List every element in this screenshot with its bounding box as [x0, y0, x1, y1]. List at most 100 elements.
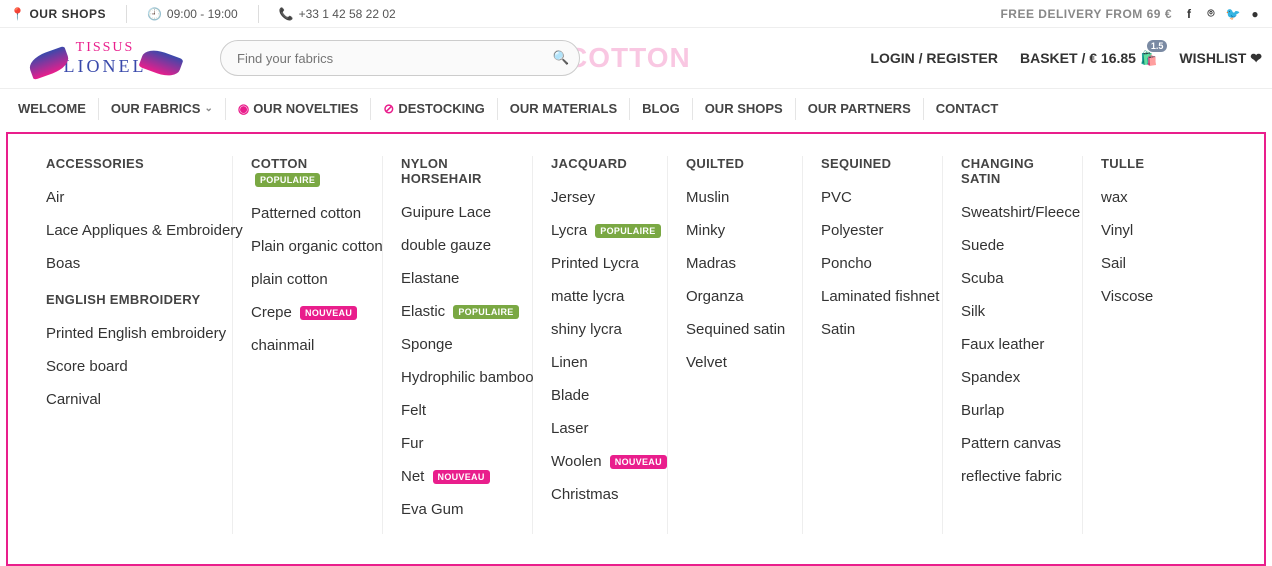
phone-icon: 📞	[279, 7, 294, 21]
list-item[interactable]: shiny lycra	[551, 321, 649, 338]
list-item[interactable]: Laser	[551, 420, 649, 437]
wishlist-link[interactable]: WISHLIST ❤	[1179, 50, 1262, 67]
divider	[258, 5, 259, 23]
list-item[interactable]: Velvet	[686, 354, 784, 371]
list-item[interactable]: Spandex	[961, 369, 1064, 386]
list-item[interactable]: Score board	[46, 358, 214, 375]
nav-label: OUR PARTNERS	[808, 101, 911, 116]
nav-novelties[interactable]: ◉OUR NOVELTIES	[226, 98, 372, 120]
main-nav: WELCOME OUR FABRICS⌄ ◉OUR NOVELTIES ⊘DES…	[0, 88, 1272, 128]
item-text: Crepe	[251, 304, 292, 321]
basket-link[interactable]: BASKET / € 16.85 🛍️ 1.5	[1020, 50, 1157, 67]
list-item[interactable]: Woolen NOUVEAU	[551, 453, 649, 470]
list-item[interactable]: Blade	[551, 387, 649, 404]
list-item[interactable]: Pattern canvas	[961, 435, 1064, 452]
list-item[interactable]: matte lycra	[551, 288, 649, 305]
divider	[126, 5, 127, 23]
login-register-link[interactable]: LOGIN / REGISTER	[870, 50, 998, 66]
item-text: Lycra	[551, 222, 587, 239]
list-item[interactable]: Fur	[401, 435, 514, 452]
list-item[interactable]: Sequined satin	[686, 321, 784, 338]
list-item[interactable]: Linen	[551, 354, 649, 371]
list-item[interactable]: Burlap	[961, 402, 1064, 419]
list-item[interactable]: Guipure Lace	[401, 204, 514, 221]
pin-icon: 📍	[10, 7, 25, 21]
nav-contact[interactable]: CONTACT	[924, 98, 1011, 120]
list-item[interactable]: Elastic POPULAIRE	[401, 303, 514, 320]
list-item[interactable]: Plain organic cotton	[251, 238, 364, 255]
basket-icon: 🛍️	[1140, 50, 1157, 66]
list-item[interactable]: Muslin	[686, 189, 784, 206]
nav-label: BLOG	[642, 101, 680, 116]
list-item[interactable]: Printed English embroidery	[46, 325, 214, 342]
nav-welcome[interactable]: WELCOME	[6, 98, 99, 120]
basket-icon-wrap: 🛍️ 1.5	[1140, 50, 1157, 67]
list-item[interactable]: Organza	[686, 288, 784, 305]
list-item[interactable]: Patterned cotton	[251, 205, 364, 222]
list-item[interactable]: Hydrophilic bamboo	[401, 369, 514, 386]
list-item[interactable]: Eva Gum	[401, 501, 514, 518]
list-item[interactable]: Carnival	[46, 391, 214, 408]
list-item[interactable]: Lace Appliques & Embroidery	[46, 222, 214, 239]
list-item[interactable]: Polyester	[821, 222, 924, 239]
list-item[interactable]: Printed Lycra	[551, 255, 649, 272]
list-item[interactable]: Lycra POPULAIRE	[551, 222, 649, 239]
list-item[interactable]: Suede	[961, 237, 1064, 254]
col-heading: NYLON HORSEHAIR	[401, 156, 514, 186]
list-item[interactable]: reflective fabric	[961, 468, 1064, 485]
logo[interactable]: TISSUS LIONEL	[10, 33, 200, 83]
list-item[interactable]: Madras	[686, 255, 784, 272]
mega-col-cotton: COTTON POPULAIRE Patterned cotton Plain …	[233, 156, 383, 534]
item-text: Net	[401, 468, 424, 485]
list-item[interactable]: Christmas	[551, 486, 649, 503]
list-item[interactable]: Scuba	[961, 270, 1064, 287]
list-item[interactable]: Minky	[686, 222, 784, 239]
list-item[interactable]: Net NOUVEAU	[401, 468, 514, 485]
col-heading: CHANGING SATIN	[961, 156, 1064, 186]
list-item[interactable]: Air	[46, 189, 214, 206]
list-item[interactable]: Viscose	[1101, 288, 1165, 305]
nav-fabrics[interactable]: OUR FABRICS⌄	[99, 98, 226, 120]
instagram-icon[interactable]: ⌾	[1204, 7, 1218, 21]
col-heading: QUILTED	[686, 156, 784, 171]
item-text: Woolen	[551, 453, 602, 470]
badge-nouveau: NOUVEAU	[433, 470, 490, 484]
phone-link[interactable]: 📞 +33 1 42 58 22 02	[279, 7, 396, 21]
list-item[interactable]: Faux leather	[961, 336, 1064, 353]
list-item[interactable]: Sail	[1101, 255, 1165, 272]
list-item[interactable]: wax	[1101, 189, 1165, 206]
search-input[interactable]	[220, 40, 580, 76]
list-item[interactable]: Sponge	[401, 336, 514, 353]
list-item[interactable]: Satin	[821, 321, 924, 338]
list-item[interactable]: plain cotton	[251, 271, 364, 288]
nav-destocking[interactable]: ⊘DESTOCKING	[371, 98, 497, 120]
col-heading: JACQUARD	[551, 156, 649, 171]
list-item[interactable]: Vinyl	[1101, 222, 1165, 239]
list-item[interactable]: Silk	[961, 303, 1064, 320]
list-item[interactable]: Elastane	[401, 270, 514, 287]
list-item[interactable]: Laminated fishnet	[821, 288, 924, 305]
nav-materials[interactable]: OUR MATERIALS	[498, 98, 630, 120]
facebook-icon[interactable]: f	[1182, 7, 1196, 21]
list-item[interactable]: Crepe NOUVEAU	[251, 304, 364, 321]
search-icon: 🔍	[553, 50, 570, 66]
list-item[interactable]: Boas	[46, 255, 214, 272]
nav-blog[interactable]: BLOG	[630, 98, 693, 120]
list-item[interactable]: Poncho	[821, 255, 924, 272]
list-item[interactable]: Sweatshirt/Fleece	[961, 204, 1064, 221]
list-item[interactable]: Jersey	[551, 189, 649, 206]
twitter-icon[interactable]: 🐦	[1226, 7, 1240, 21]
list-item[interactable]: Felt	[401, 402, 514, 419]
nav-label: OUR FABRICS	[111, 101, 201, 116]
list-item[interactable]: chainmail	[251, 337, 364, 354]
basket-label: BASKET / € 16.85	[1020, 50, 1136, 66]
list-item[interactable]: double gauze	[401, 237, 514, 254]
pinterest-icon[interactable]: ●	[1248, 7, 1262, 21]
search-button[interactable]: 🔍	[546, 43, 576, 73]
shops-link[interactable]: 📍 OUR SHOPS	[10, 7, 106, 21]
nav-label: DESTOCKING	[398, 101, 484, 116]
list-item[interactable]: PVC	[821, 189, 924, 206]
mega-col-quilted: QUILTED Muslin Minky Madras Organza Sequ…	[668, 156, 803, 534]
nav-partners[interactable]: OUR PARTNERS	[796, 98, 924, 120]
nav-shops[interactable]: OUR SHOPS	[693, 98, 796, 120]
